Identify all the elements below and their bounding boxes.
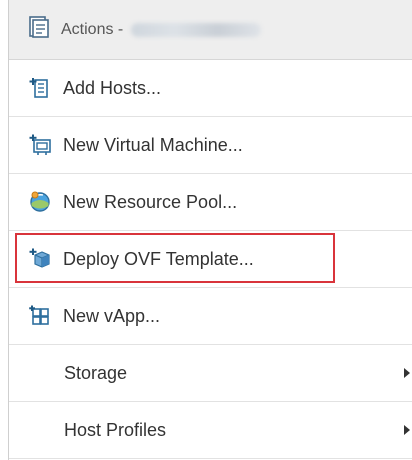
actions-icon (27, 15, 51, 44)
menu-item-new-virtual-machine[interactable]: New Virtual Machine... (9, 117, 412, 174)
menu-item-label: New vApp... (63, 305, 161, 326)
resource-pool-icon (29, 191, 51, 213)
menu-header: Actions - (9, 0, 412, 60)
menu-item-label: New Virtual Machine... (63, 134, 243, 155)
new-vm-icon (29, 134, 51, 156)
menu-item-label: Host Profiles (64, 419, 167, 440)
vapp-icon (29, 305, 51, 327)
menu-item-label: Add Hosts... (63, 77, 162, 98)
chevron-right-icon (404, 368, 410, 378)
menu-item-label: New Resource Pool... (63, 191, 238, 212)
add-hosts-icon (29, 77, 51, 99)
menu-item-new-resource-pool[interactable]: New Resource Pool... (9, 174, 412, 231)
menu-item-deploy-ovf-template[interactable]: Deploy OVF Template... (9, 231, 412, 288)
menu-item-host-profiles[interactable]: Host Profiles (9, 402, 412, 459)
menu-item-new-vapp[interactable]: New vApp... (9, 288, 412, 345)
actions-context-menu: Actions - Add Hosts... New Virtual Machi… (8, 0, 412, 460)
menu-item-add-hosts[interactable]: Add Hosts... (9, 60, 412, 117)
menu-item-storage[interactable]: Storage (9, 345, 412, 402)
menu-item-label: Deploy OVF Template... (63, 248, 254, 269)
menu-header-title: Actions - (61, 20, 124, 38)
chevron-right-icon (404, 425, 410, 435)
redacted-object-name (131, 22, 262, 37)
deploy-ovf-icon (29, 248, 51, 270)
menu-item-label: Storage (64, 362, 128, 383)
